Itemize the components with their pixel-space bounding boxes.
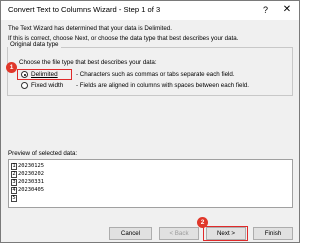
preview-row: 1 20230125 [11, 163, 44, 170]
preview-row: 2 20230202 [11, 171, 44, 178]
step-2-badge: 2 [197, 217, 208, 228]
fixed-width-label[interactable]: Fixed width [31, 82, 63, 89]
next-highlight [203, 226, 248, 241]
choose-prompt: Choose the file type that best describes… [19, 59, 157, 66]
help-button[interactable]: ? [259, 4, 272, 17]
preview-row: 5 [11, 195, 17, 202]
delimited-highlight [17, 69, 72, 80]
back-button[interactable]: < Back [159, 227, 199, 240]
cancel-button[interactable]: Cancel [109, 227, 152, 240]
step-1-badge: 1 [6, 62, 17, 73]
preview-row: 3 20230331 [11, 179, 44, 186]
preview-row: 4 20230405 [11, 187, 44, 194]
group-title: Original data type [8, 41, 61, 48]
fixed-width-description: - Fields are aligned in columns with spa… [76, 82, 249, 89]
finish-button[interactable]: Finish [253, 227, 293, 240]
delimited-description: - Characters such as commas or tabs sepa… [76, 71, 235, 78]
title-bar: Convert Text to Columns Wizard - Step 1 … [1, 1, 299, 20]
window-title: Convert Text to Columns Wizard - Step 1 … [8, 5, 161, 14]
text-to-columns-dialog: Convert Text to Columns Wizard - Step 1 … [0, 0, 300, 243]
preview-label: Preview of selected data: [8, 150, 78, 157]
intro-line-1: The Text Wizard has determined that your… [8, 25, 172, 32]
close-button[interactable]: ✕ [279, 3, 295, 17]
fixed-width-radio[interactable] [21, 82, 28, 89]
data-preview[interactable]: 1 20230125 2 20230202 3 20230331 4 20230405 … [8, 159, 293, 208]
